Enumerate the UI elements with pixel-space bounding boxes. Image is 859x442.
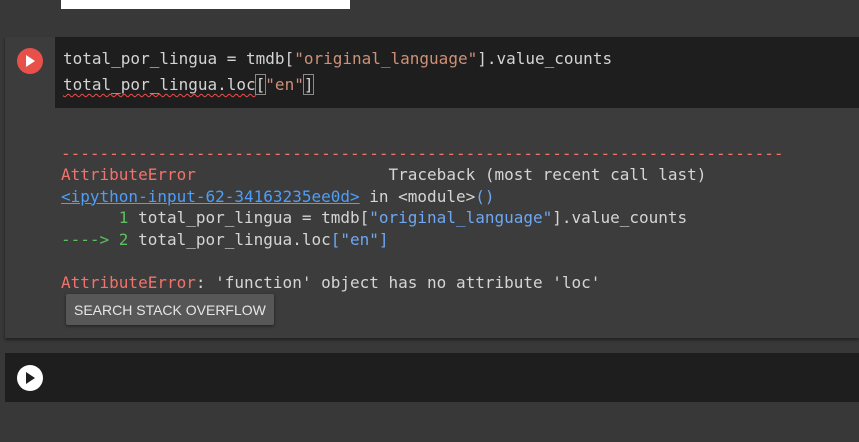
run-cell-button[interactable] xyxy=(17,365,43,391)
code-line-1[interactable]: total_por_lingua = tmdb["original_langua… xyxy=(63,48,612,70)
traceback-label: Traceback (most recent call last) xyxy=(388,165,707,185)
code-bracket: [ xyxy=(330,229,341,249)
code-string: "original_language" xyxy=(294,49,478,68)
ipython-input-link[interactable]: <ipython-input-62-34163235ee0d> xyxy=(61,187,360,206)
traceback-location: <ipython-input-62-34163235ee0d> in <modu… xyxy=(61,186,859,208)
module-parens: () xyxy=(475,186,495,206)
run-cell-button[interactable] xyxy=(17,48,43,74)
traceback-header: AttributeError Traceback (most recent ca… xyxy=(61,164,859,186)
matching-bracket: ] xyxy=(302,74,315,95)
matching-bracket: [ xyxy=(254,74,267,95)
play-icon xyxy=(26,55,35,67)
code-editor[interactable]: total_por_lingua = tmdb["original_langua… xyxy=(55,37,859,108)
error-message-line: AttributeError: 'function' object has no… xyxy=(61,272,859,294)
code-text: total_por_lingua = tmdb[ xyxy=(63,49,295,68)
traceback-separator: ----------------------------------------… xyxy=(61,143,784,163)
search-stack-overflow-button[interactable]: SEARCH STACK OVERFLOW xyxy=(66,294,274,325)
code-cell-empty[interactable] xyxy=(5,353,859,402)
play-icon xyxy=(26,372,35,384)
error-name: AttributeError xyxy=(61,273,196,293)
error-name: AttributeError xyxy=(61,165,196,185)
in-text: in xyxy=(359,186,399,206)
code-cell-active[interactable]: total_por_lingua = tmdb["original_langua… xyxy=(5,37,859,338)
module-text: <module> xyxy=(398,186,476,206)
code-string: "en" xyxy=(265,75,304,94)
code-text: ].value_counts xyxy=(552,208,688,228)
code-line-2[interactable]: total_por_lingua.loc["en"] xyxy=(63,74,315,96)
code-bracket: ] xyxy=(378,229,389,249)
code-text-error-squiggle: total_por_lingua.loc xyxy=(63,75,256,94)
code-text: total_por_lingua.loc xyxy=(138,229,331,249)
previous-cell-output xyxy=(61,0,350,9)
line-number: 1 xyxy=(61,208,139,228)
error-arrow: ----> 2 xyxy=(61,229,139,249)
error-message: : 'function' object has no attribute 'lo… xyxy=(195,273,601,293)
code-text: total_por_lingua = tmdb[ xyxy=(138,208,370,228)
code-string: "original_language" xyxy=(369,208,553,228)
code-text: ].value_counts xyxy=(477,49,613,68)
traceback-line-1: 1 total_por_lingua = tmdb["original_lang… xyxy=(61,207,859,229)
traceback-line-2: ----> 2 total_por_lingua.loc["en"] xyxy=(61,229,859,251)
cell-output: ----------------------------------------… xyxy=(61,121,859,294)
code-string: "en" xyxy=(340,229,379,249)
